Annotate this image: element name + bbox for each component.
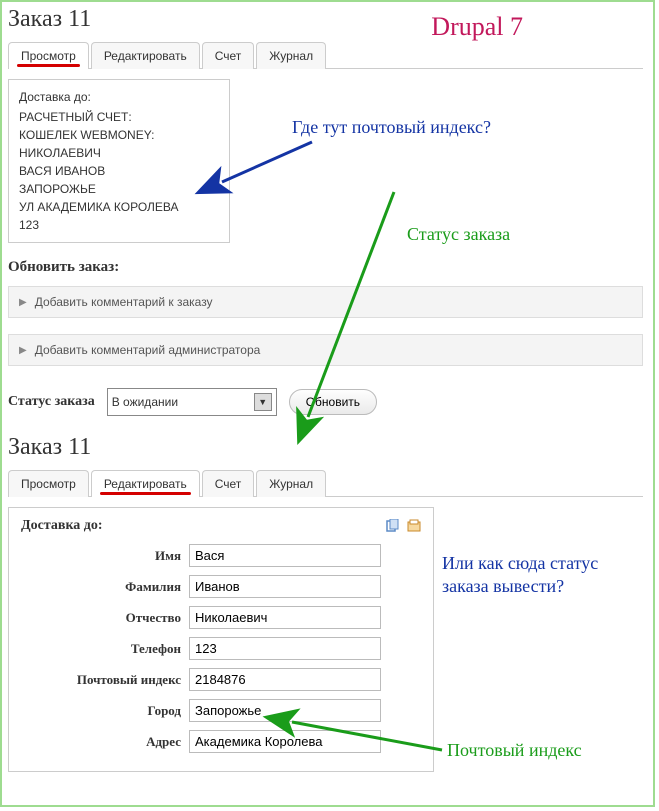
tab-view[interactable]: Просмотр: [8, 470, 89, 497]
postal-label: Почтовый индекс: [21, 672, 189, 688]
update-button[interactable]: Обновить: [289, 389, 377, 415]
shipping-line: НИКОЛАЕВИЧ: [19, 144, 219, 162]
brand-label: Drupal 7: [431, 12, 523, 42]
update-order-heading: Обновить заказ:: [8, 259, 643, 276]
first-name-label: Имя: [21, 548, 189, 564]
tab-log[interactable]: Журнал: [256, 42, 326, 69]
postal-field[interactable]: [189, 668, 381, 691]
order1-title: Заказ 11: [8, 6, 643, 33]
shipping-line: ЗАПОРОЖЬЕ: [19, 180, 219, 198]
city-field[interactable]: [189, 699, 381, 722]
tab-invoice[interactable]: Счет: [202, 470, 255, 497]
tab-view[interactable]: Просмотр: [8, 42, 89, 69]
shipping-address-box: Доставка до: РАСЧЕТНЫЙ СЧЕТ: КОШЕЛЕК WEB…: [8, 79, 230, 243]
tab-edit[interactable]: Редактировать: [91, 470, 200, 497]
accordion-label: Добавить комментарий к заказу: [35, 295, 213, 309]
patronymic-label: Отчество: [21, 610, 189, 626]
copy-address-icon[interactable]: [407, 519, 421, 533]
tab-edit[interactable]: Редактировать: [91, 42, 200, 69]
shipping-line: УЛ АКАДЕМИКА КОРОЛЕВА: [19, 198, 219, 216]
triangle-right-icon: ▶: [19, 297, 27, 308]
accordion-add-order-comment[interactable]: ▶ Добавить комментарий к заказу: [8, 286, 643, 318]
chevron-down-icon: ▼: [254, 393, 272, 411]
panel-heading: Доставка до:: [21, 518, 103, 534]
order2-title: Заказ 11: [8, 434, 643, 461]
shipping-line: 123: [19, 216, 219, 234]
city-label: Город: [21, 703, 189, 719]
phone-field[interactable]: [189, 637, 381, 660]
tab-log[interactable]: Журнал: [256, 470, 326, 497]
copy-icon[interactable]: [385, 519, 399, 533]
status-label: Статус заказа: [8, 394, 95, 410]
last-name-field[interactable]: [189, 575, 381, 598]
status-select-value: В ожидании: [112, 395, 178, 409]
address-field[interactable]: [189, 730, 381, 753]
order2-tabs: Просмотр Редактировать Счет Журнал: [8, 469, 643, 497]
shipping-line: ВАСЯ ИВАНОВ: [19, 162, 219, 180]
phone-label: Телефон: [21, 641, 189, 657]
triangle-right-icon: ▶: [19, 345, 27, 356]
shipping-edit-panel: Доставка до: Имя Фамилия От: [8, 507, 434, 772]
last-name-label: Фамилия: [21, 579, 189, 595]
tab-invoice[interactable]: Счет: [202, 42, 255, 69]
shipping-line: КОШЕЛЕК WEBMONEY:: [19, 126, 219, 144]
accordion-label: Добавить комментарий администратора: [35, 343, 261, 357]
accordion-add-admin-comment[interactable]: ▶ Добавить комментарий администратора: [8, 334, 643, 366]
status-select[interactable]: В ожидании ▼: [107, 388, 277, 416]
first-name-field[interactable]: [189, 544, 381, 567]
order1-tabs: Просмотр Редактировать Счет Журнал: [8, 41, 643, 69]
address-label: Адрес: [21, 734, 189, 750]
shipping-heading: Доставка до:: [19, 88, 219, 106]
patronymic-field[interactable]: [189, 606, 381, 629]
shipping-line: РАСЧЕТНЫЙ СЧЕТ:: [19, 108, 219, 126]
